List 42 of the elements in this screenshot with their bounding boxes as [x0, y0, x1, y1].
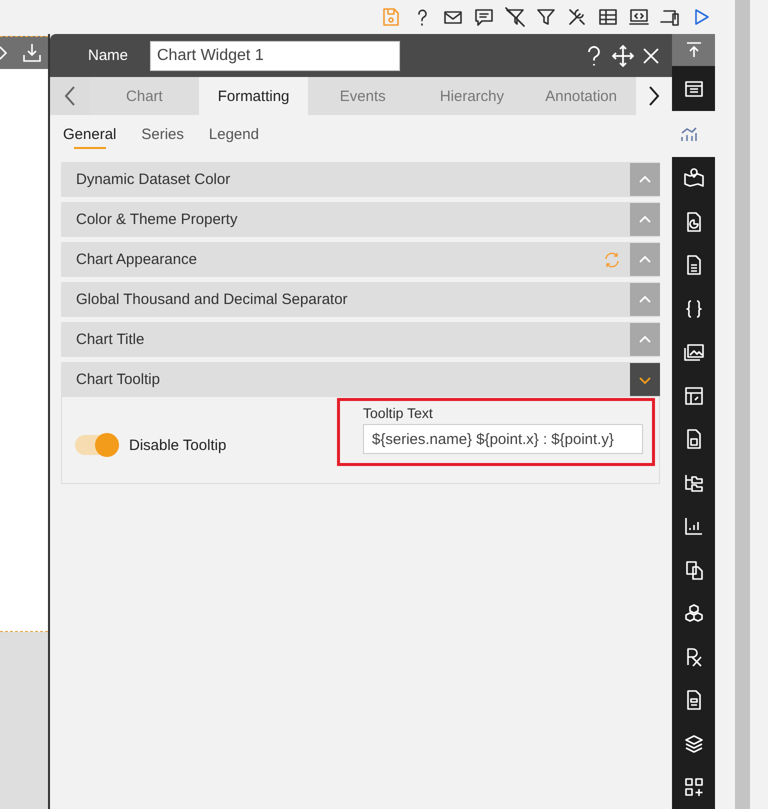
section-title: Chart Appearance	[75, 251, 197, 268]
section-header[interactable]: Dynamic Dataset Color	[61, 162, 660, 197]
toggle-switch[interactable]	[75, 435, 119, 455]
name-field[interactable]: Chart Widget 1	[150, 40, 400, 70]
section-title: Color & Theme Property	[75, 211, 238, 228]
collapse-button[interactable]	[630, 363, 660, 396]
section-header[interactable]: Chart Title	[61, 322, 660, 357]
field-label: Tooltip Text	[363, 405, 434, 421]
tooltip-text-field[interactable]: ${series.name} ${point.x} : ${point.y}	[363, 424, 643, 454]
chevron-up-icon	[638, 214, 652, 224]
filter-off-icon[interactable]	[504, 6, 526, 28]
download-icon[interactable]	[21, 42, 43, 64]
subtab[interactable]: Series	[141, 125, 184, 149]
section-title: Dynamic Dataset Color	[75, 171, 230, 188]
section-title: Global Thousand and Decimal Separator	[75, 291, 348, 308]
subtab[interactable]: General	[63, 125, 116, 149]
chevron-right-icon	[646, 85, 661, 107]
chevron-down-icon	[638, 374, 652, 384]
monitor-code-icon[interactable]	[628, 6, 650, 28]
section-title: Chart Tooltip	[75, 371, 160, 388]
collapse-up-button[interactable]	[672, 34, 715, 66]
section-header[interactable]: Color & Theme Property	[61, 202, 660, 237]
section-header[interactable]: Chart Tooltip	[61, 362, 660, 397]
previous-tab-button[interactable]	[50, 77, 90, 115]
toggle-label: Disable Tooltip	[129, 436, 226, 454]
tab[interactable]: Formatting	[198, 77, 308, 115]
chevron-up-icon	[638, 174, 652, 184]
section-header[interactable]: Global Thousand and Decimal Separator	[61, 282, 660, 317]
move-icon[interactable]	[612, 44, 634, 66]
filter-icon[interactable]	[535, 6, 557, 28]
comment-icon[interactable]	[473, 6, 495, 28]
chevron-up-icon	[638, 334, 652, 344]
chevron-up-icon	[638, 294, 652, 304]
section-title: Chart Title	[75, 331, 144, 348]
chevron-left-icon	[62, 85, 77, 107]
scrollbar[interactable]	[735, 0, 750, 809]
table-icon[interactable]	[597, 6, 619, 28]
chevron-up-icon	[638, 254, 652, 264]
name-label: Name	[88, 47, 130, 64]
next-tab-button[interactable]	[636, 77, 672, 115]
subtab[interactable]: Legend	[208, 125, 259, 149]
close-icon[interactable]	[642, 46, 660, 64]
